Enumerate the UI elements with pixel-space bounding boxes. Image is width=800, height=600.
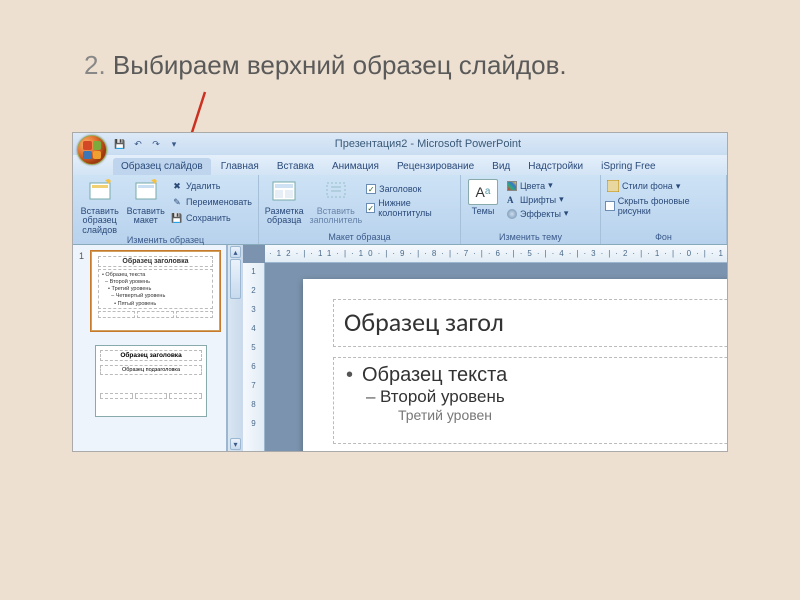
title-checkbox[interactable]: ✓Заголовок bbox=[366, 183, 456, 195]
fonts-icon: A bbox=[507, 195, 517, 205]
save-master-button[interactable]: 💾Сохранить bbox=[169, 211, 254, 225]
layout-thumb-title: Образец заголовка bbox=[100, 350, 202, 361]
scroll-up-icon[interactable]: ▴ bbox=[230, 246, 241, 258]
vertical-ruler: 123 456 789 bbox=[243, 263, 265, 451]
master-layout-label: Разметка образца bbox=[263, 207, 305, 226]
tab-ispring[interactable]: iSpring Free bbox=[593, 158, 663, 175]
instruction-body: Выбираем верхний образец слайдов. bbox=[113, 50, 567, 80]
insert-slide-master-icon bbox=[87, 179, 113, 205]
ribbon-group-edit-master: Вставить образец слайдов Вставить макет … bbox=[73, 175, 259, 244]
slide-canvas[interactable]: Образец загол Образец текста Второй уров… bbox=[303, 279, 727, 451]
bg-styles-icon bbox=[607, 180, 619, 192]
ribbon-tabs: Образец слайдов Главная Вставка Анимация… bbox=[73, 155, 727, 175]
group-label-background: Фон bbox=[605, 232, 722, 244]
footers-checkbox[interactable]: ✓Нижние колонтитулы bbox=[366, 197, 456, 219]
qat-save-icon[interactable]: 💾 bbox=[113, 137, 127, 151]
save-icon: 💾 bbox=[171, 212, 183, 224]
body-level1: Образец текста bbox=[344, 364, 727, 387]
master-layout-button[interactable]: Разметка образца bbox=[263, 177, 305, 226]
outer-slide: 2. Выбираем верхний образец слайдов. 💾 ↶… bbox=[0, 0, 800, 600]
instruction-text: 2. Выбираем верхний образец слайдов. bbox=[84, 50, 567, 81]
master-index: 1 bbox=[79, 251, 87, 331]
window-title: Презентация2 - Microsoft PowerPoint bbox=[335, 138, 521, 150]
insert-placeholder-label: Вставить заполнитель bbox=[309, 207, 362, 226]
colors-button[interactable]: Цвета ▾ bbox=[505, 179, 570, 192]
work-area: 1 Образец заголовка • Образец текста – В… bbox=[73, 245, 727, 451]
fonts-button[interactable]: AШрифты ▾ bbox=[505, 193, 570, 206]
tab-insert[interactable]: Вставка bbox=[269, 158, 322, 175]
instruction-number: 2. bbox=[84, 50, 106, 80]
layout-thumb-subtitle: Образец подзаголовка bbox=[100, 365, 202, 375]
insert-slide-master-button[interactable]: Вставить образец слайдов bbox=[77, 177, 122, 235]
bg-styles-button[interactable]: Стили фона ▾ bbox=[605, 179, 722, 193]
insert-layout-icon bbox=[133, 179, 159, 205]
effects-icon bbox=[507, 209, 517, 219]
qat-undo-icon[interactable]: ↶ bbox=[131, 137, 145, 151]
body-level2: Второй уровень bbox=[344, 387, 727, 407]
office-button[interactable] bbox=[77, 135, 107, 165]
rename-icon: ✎ bbox=[171, 196, 183, 208]
scroll-down-icon[interactable]: ▾ bbox=[230, 438, 241, 450]
group-label-edit-theme: Изменить тему bbox=[465, 232, 596, 244]
delete-icon: ✖ bbox=[171, 180, 183, 192]
insert-slide-master-label: Вставить образец слайдов bbox=[77, 207, 122, 235]
master-thumb-title: Образец заголовка bbox=[98, 256, 213, 267]
horizontal-ruler: ·12·|·11·|·10·|·9·|·8·|·7·|·6·|·5·|·4·|·… bbox=[265, 245, 727, 263]
themes-icon: Aa bbox=[468, 179, 498, 205]
rename-button[interactable]: ✎Переименовать bbox=[169, 195, 254, 209]
tab-review[interactable]: Рецензирование bbox=[389, 158, 482, 175]
tab-animation[interactable]: Анимация bbox=[324, 158, 387, 175]
title-placeholder[interactable]: Образец загол bbox=[333, 299, 727, 347]
body-level3: Третий уровен bbox=[344, 407, 727, 423]
group-label-master-layout: Макет образца bbox=[263, 232, 456, 244]
slide-master-thumbnail[interactable]: Образец заголовка • Образец текста – Вто… bbox=[91, 251, 220, 331]
tab-view[interactable]: Вид bbox=[484, 158, 518, 175]
qat-dropdown-icon[interactable]: ▾ bbox=[167, 137, 181, 151]
title-placeholder-text: Образец загол bbox=[344, 306, 727, 338]
tab-slide-master[interactable]: Образец слайдов bbox=[113, 158, 211, 175]
scrollbar-thumb[interactable] bbox=[230, 259, 241, 299]
layout-thumbnail[interactable]: Образец заголовка Образец подзаголовка bbox=[95, 345, 207, 417]
insert-placeholder-icon bbox=[323, 179, 349, 205]
insert-placeholder-button[interactable]: Вставить заполнитель bbox=[309, 177, 362, 226]
title-bar: 💾 ↶ ↷ ▾ Презентация2 - Microsoft PowerPo… bbox=[73, 133, 727, 155]
ribbon-group-edit-theme: Aa Темы Цвета ▾ AШрифты ▾ Эффекты ▾ Изме… bbox=[461, 175, 601, 244]
master-thumb-body: • Образец текста – Второй уровень • Трет… bbox=[98, 269, 213, 309]
thumbnails-scrollbar[interactable]: ▴ ▾ bbox=[227, 245, 243, 451]
themes-label: Темы bbox=[472, 207, 495, 216]
themes-button[interactable]: Aa Темы bbox=[465, 177, 501, 216]
ribbon-group-background: Стили фона ▾ Скрыть фоновые рисунки Фон bbox=[601, 175, 727, 244]
slide-editor: ·12·|·11·|·10·|·9·|·8·|·7·|·6·|·5·|·4·|·… bbox=[243, 245, 727, 451]
qat-redo-icon[interactable]: ↷ bbox=[149, 137, 163, 151]
quick-access-toolbar: 💾 ↶ ↷ ▾ bbox=[113, 137, 181, 151]
ribbon: Вставить образец слайдов Вставить макет … bbox=[73, 175, 727, 245]
insert-layout-button[interactable]: Вставить макет bbox=[126, 177, 165, 226]
delete-button[interactable]: ✖Удалить bbox=[169, 179, 254, 193]
content-placeholder[interactable]: Образец текста Второй уровень Третий уро… bbox=[333, 357, 727, 444]
effects-button[interactable]: Эффекты ▾ bbox=[505, 207, 570, 220]
tab-addins[interactable]: Надстройки bbox=[520, 158, 591, 175]
master-layout-icon bbox=[271, 179, 297, 205]
powerpoint-window: 💾 ↶ ↷ ▾ Презентация2 - Microsoft PowerPo… bbox=[72, 132, 728, 452]
insert-layout-label: Вставить макет bbox=[126, 207, 165, 226]
colors-icon bbox=[507, 181, 517, 191]
hide-bg-checkbox[interactable]: Скрыть фоновые рисунки bbox=[605, 195, 722, 217]
tab-home[interactable]: Главная bbox=[213, 158, 267, 175]
ribbon-group-master-layout: Разметка образца Вставить заполнитель ✓З… bbox=[259, 175, 461, 244]
slide-thumbnails-pane: 1 Образец заголовка • Образец текста – В… bbox=[73, 245, 227, 451]
